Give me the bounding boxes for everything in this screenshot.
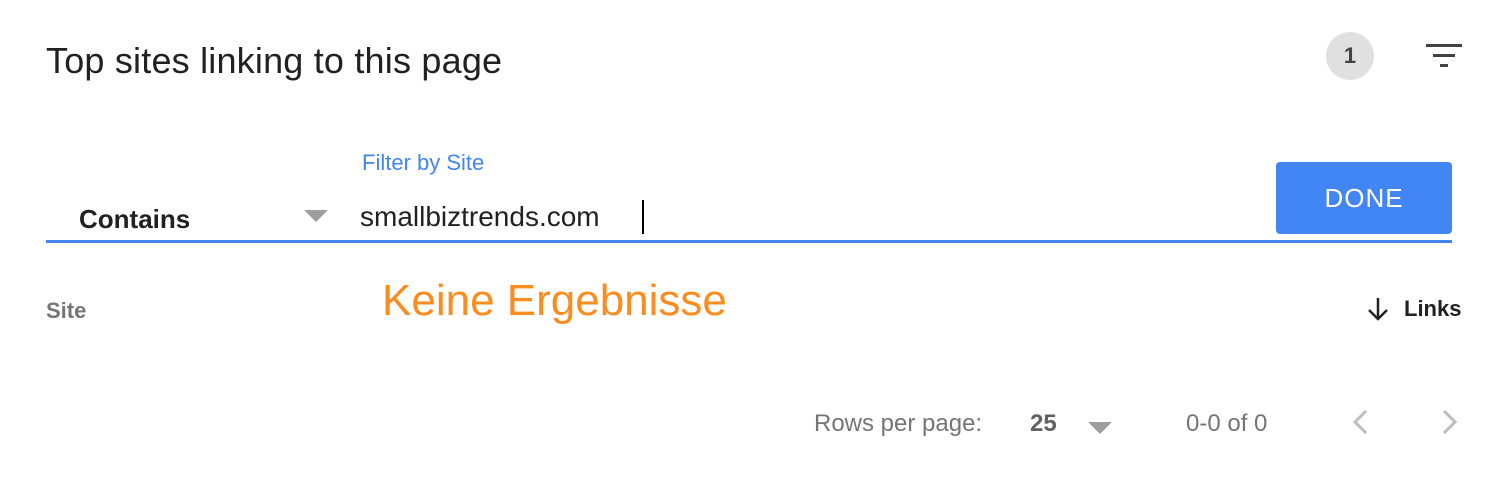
rows-per-page-label: Rows per page: [814,410,983,437]
card-title: Top sites linking to this page [46,40,503,81]
operator-value: Contains [79,204,191,234]
input-underline [46,240,1452,243]
operator-select[interactable]: Contains [46,192,336,240]
column-header-site[interactable]: Site [46,298,86,324]
filter-list-icon[interactable] [1424,40,1464,72]
column-header-links[interactable]: Links [1366,292,1461,326]
done-button[interactable]: DONE [1276,162,1452,234]
arrow-down-icon [1368,298,1388,321]
rows-per-page-select[interactable]: 25 [1028,404,1118,444]
dropdown-arrow-icon [304,210,328,222]
previous-page-button[interactable] [1344,404,1378,440]
top-sites-card: Top sites linking to this page 1 Contain… [0,0,1510,478]
next-page-button[interactable] [1432,404,1466,440]
rows-per-page-value: 25 [1030,410,1057,437]
dropdown-arrow-icon [1088,422,1112,434]
column-header-links-label: Links [1404,296,1462,321]
chevron-left-icon [1352,409,1368,435]
site-filter-input[interactable] [360,196,1240,238]
chevron-right-icon [1442,409,1458,435]
filter-count-badge: 1 [1326,32,1374,80]
empty-message: Keine Ergebnisse [382,276,727,325]
filter-field-label: Filter by Site [362,150,485,175]
text-caret [642,200,644,234]
pagination-range: 0-0 of 0 [1186,410,1268,437]
